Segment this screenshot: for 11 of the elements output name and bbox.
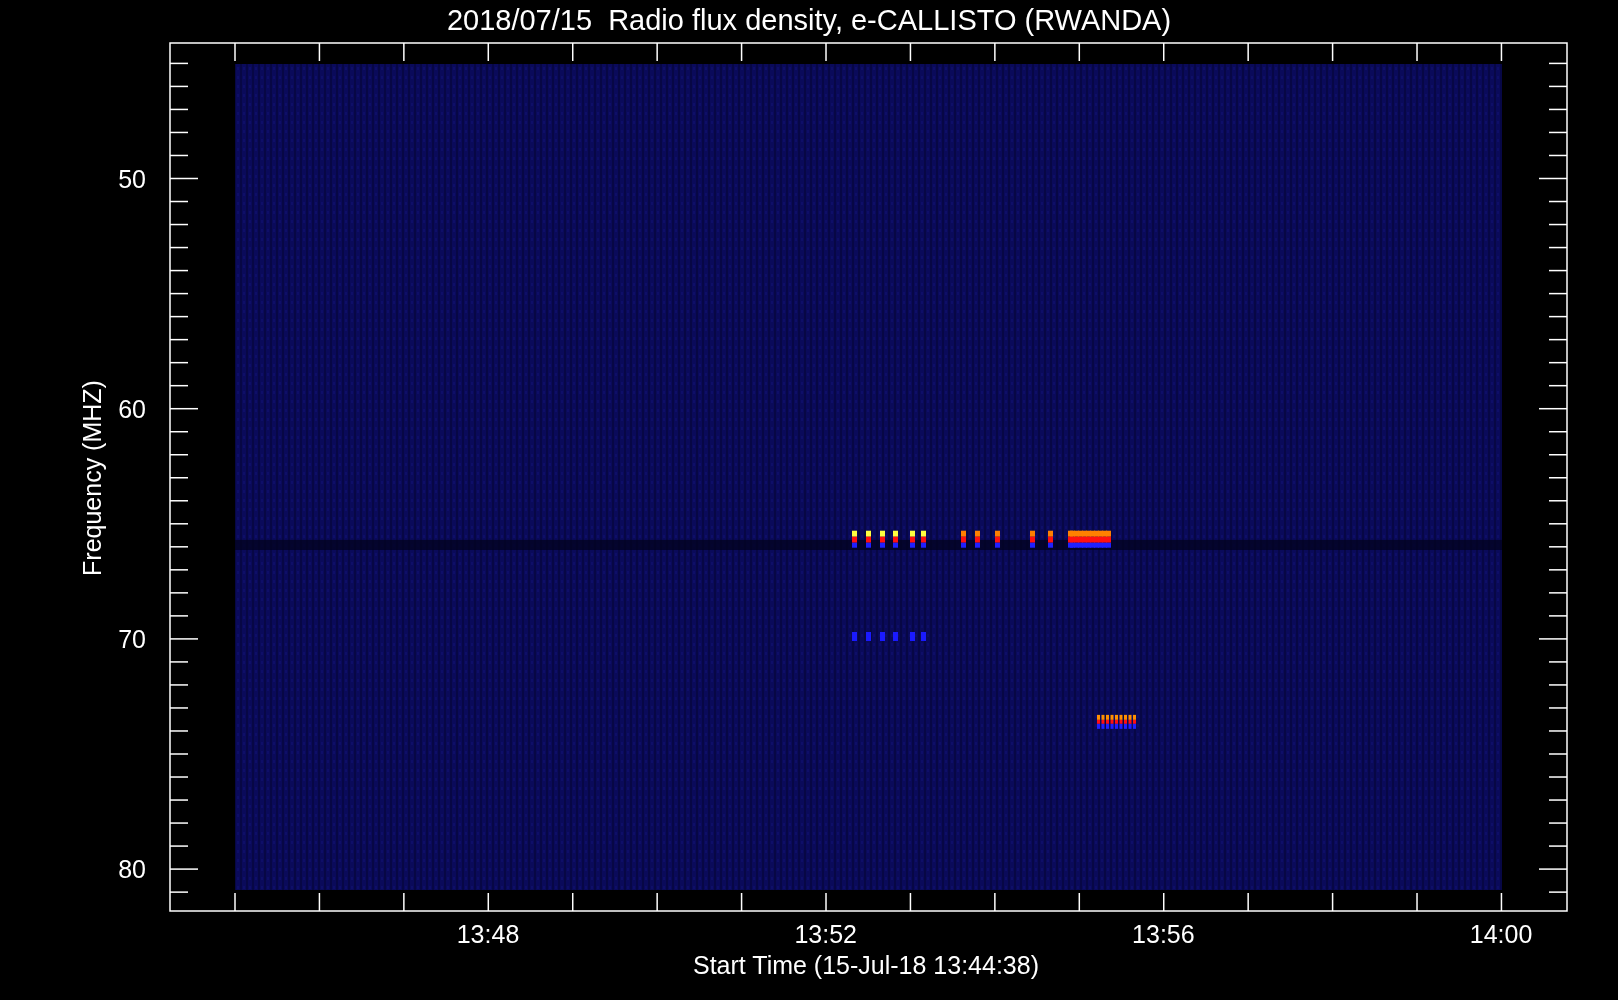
- y-tick-label: 70: [118, 624, 146, 653]
- x-axis-label: Start Time (15-Jul-18 13:44:38): [693, 951, 1039, 979]
- x-tick-label: 13:56: [1132, 920, 1195, 948]
- chart-title: 2018/07/15 Radio flux density, e-CALLISTO (RWANDA): [446, 4, 1172, 36]
- y-tick-label: 60: [118, 394, 146, 423]
- y-tick-label: 50: [118, 164, 146, 193]
- x-tick-label: 14:00: [1469, 920, 1533, 948]
- y-tick-label: 80: [118, 855, 146, 884]
- y-axis-label: Frequency (MHZ): [78, 380, 106, 576]
- x-tick-label: 13:48: [456, 920, 520, 948]
- x-tick-label: 13:52: [794, 920, 857, 948]
